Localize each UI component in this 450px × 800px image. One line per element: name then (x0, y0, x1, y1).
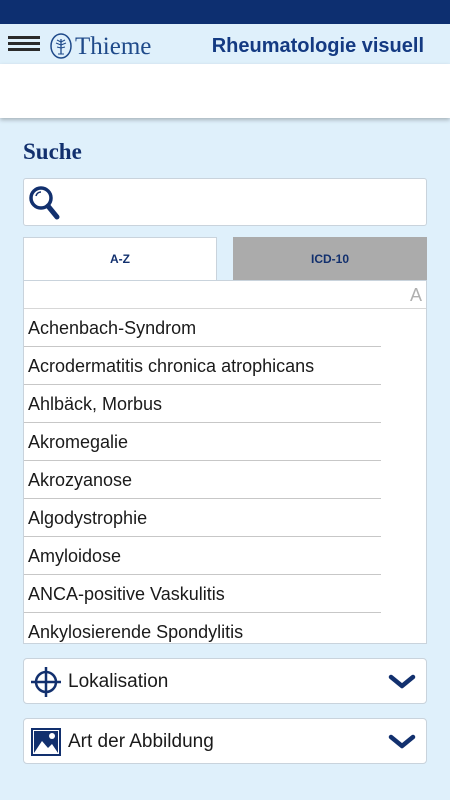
list-item[interactable]: Akromegalie (24, 423, 426, 461)
list-item[interactable]: Acrodermatitis chronica atrophicans (24, 347, 426, 385)
image-type-label: Art der Abbildung (68, 731, 214, 752)
chevron-down-icon[interactable] (388, 733, 416, 751)
hamburger-menu-icon[interactable] (8, 36, 40, 56)
index-letter[interactable]: A (410, 285, 422, 306)
thieme-tree-logo-icon (50, 33, 72, 59)
thieme-logo: Thieme (50, 32, 151, 60)
header-band (0, 64, 450, 118)
list-item[interactable]: Amyloidose (24, 537, 426, 575)
list-item[interactable]: Algodystrophie (24, 499, 426, 537)
tab-a-z[interactable]: A-Z (23, 237, 217, 280)
search-section-title: Suche (23, 139, 82, 164)
search-icon (29, 186, 60, 220)
list-item[interactable]: Akrozyanose (24, 461, 426, 499)
list-item[interactable]: ANCA-positive Vaskulitis (24, 575, 426, 613)
search-box[interactable] (23, 178, 427, 226)
image-icon (31, 728, 61, 756)
app-bar: Thieme Rheumatologie visuell (0, 24, 450, 64)
tab-icd-10[interactable]: ICD-10 (233, 237, 427, 280)
localisation-label: Lokalisation (68, 671, 169, 692)
search-input[interactable] (68, 187, 418, 217)
app-title: Rheumatologie visuell (211, 35, 424, 57)
chevron-down-icon[interactable] (388, 673, 416, 691)
logo-text: Thieme (75, 32, 152, 60)
results-list: Achenbach-Syndrom Acrodermatitis chronic… (24, 309, 426, 643)
list-item[interactable]: Ahlbäck, Morbus (24, 385, 426, 423)
image-type-dropdown[interactable]: Art der Abbildung (23, 718, 427, 764)
alphabet-index-strip: A (24, 281, 426, 309)
crosshair-icon (31, 667, 61, 697)
list-item[interactable]: Ankylosierende Spondylitis (24, 613, 426, 643)
status-bar (0, 0, 450, 24)
list-item[interactable]: Achenbach-Syndrom (24, 309, 426, 347)
localisation-dropdown[interactable]: Lokalisation (23, 658, 427, 704)
results-list-panel: A Achenbach-Syndrom Acrodermatitis chron… (23, 280, 427, 644)
